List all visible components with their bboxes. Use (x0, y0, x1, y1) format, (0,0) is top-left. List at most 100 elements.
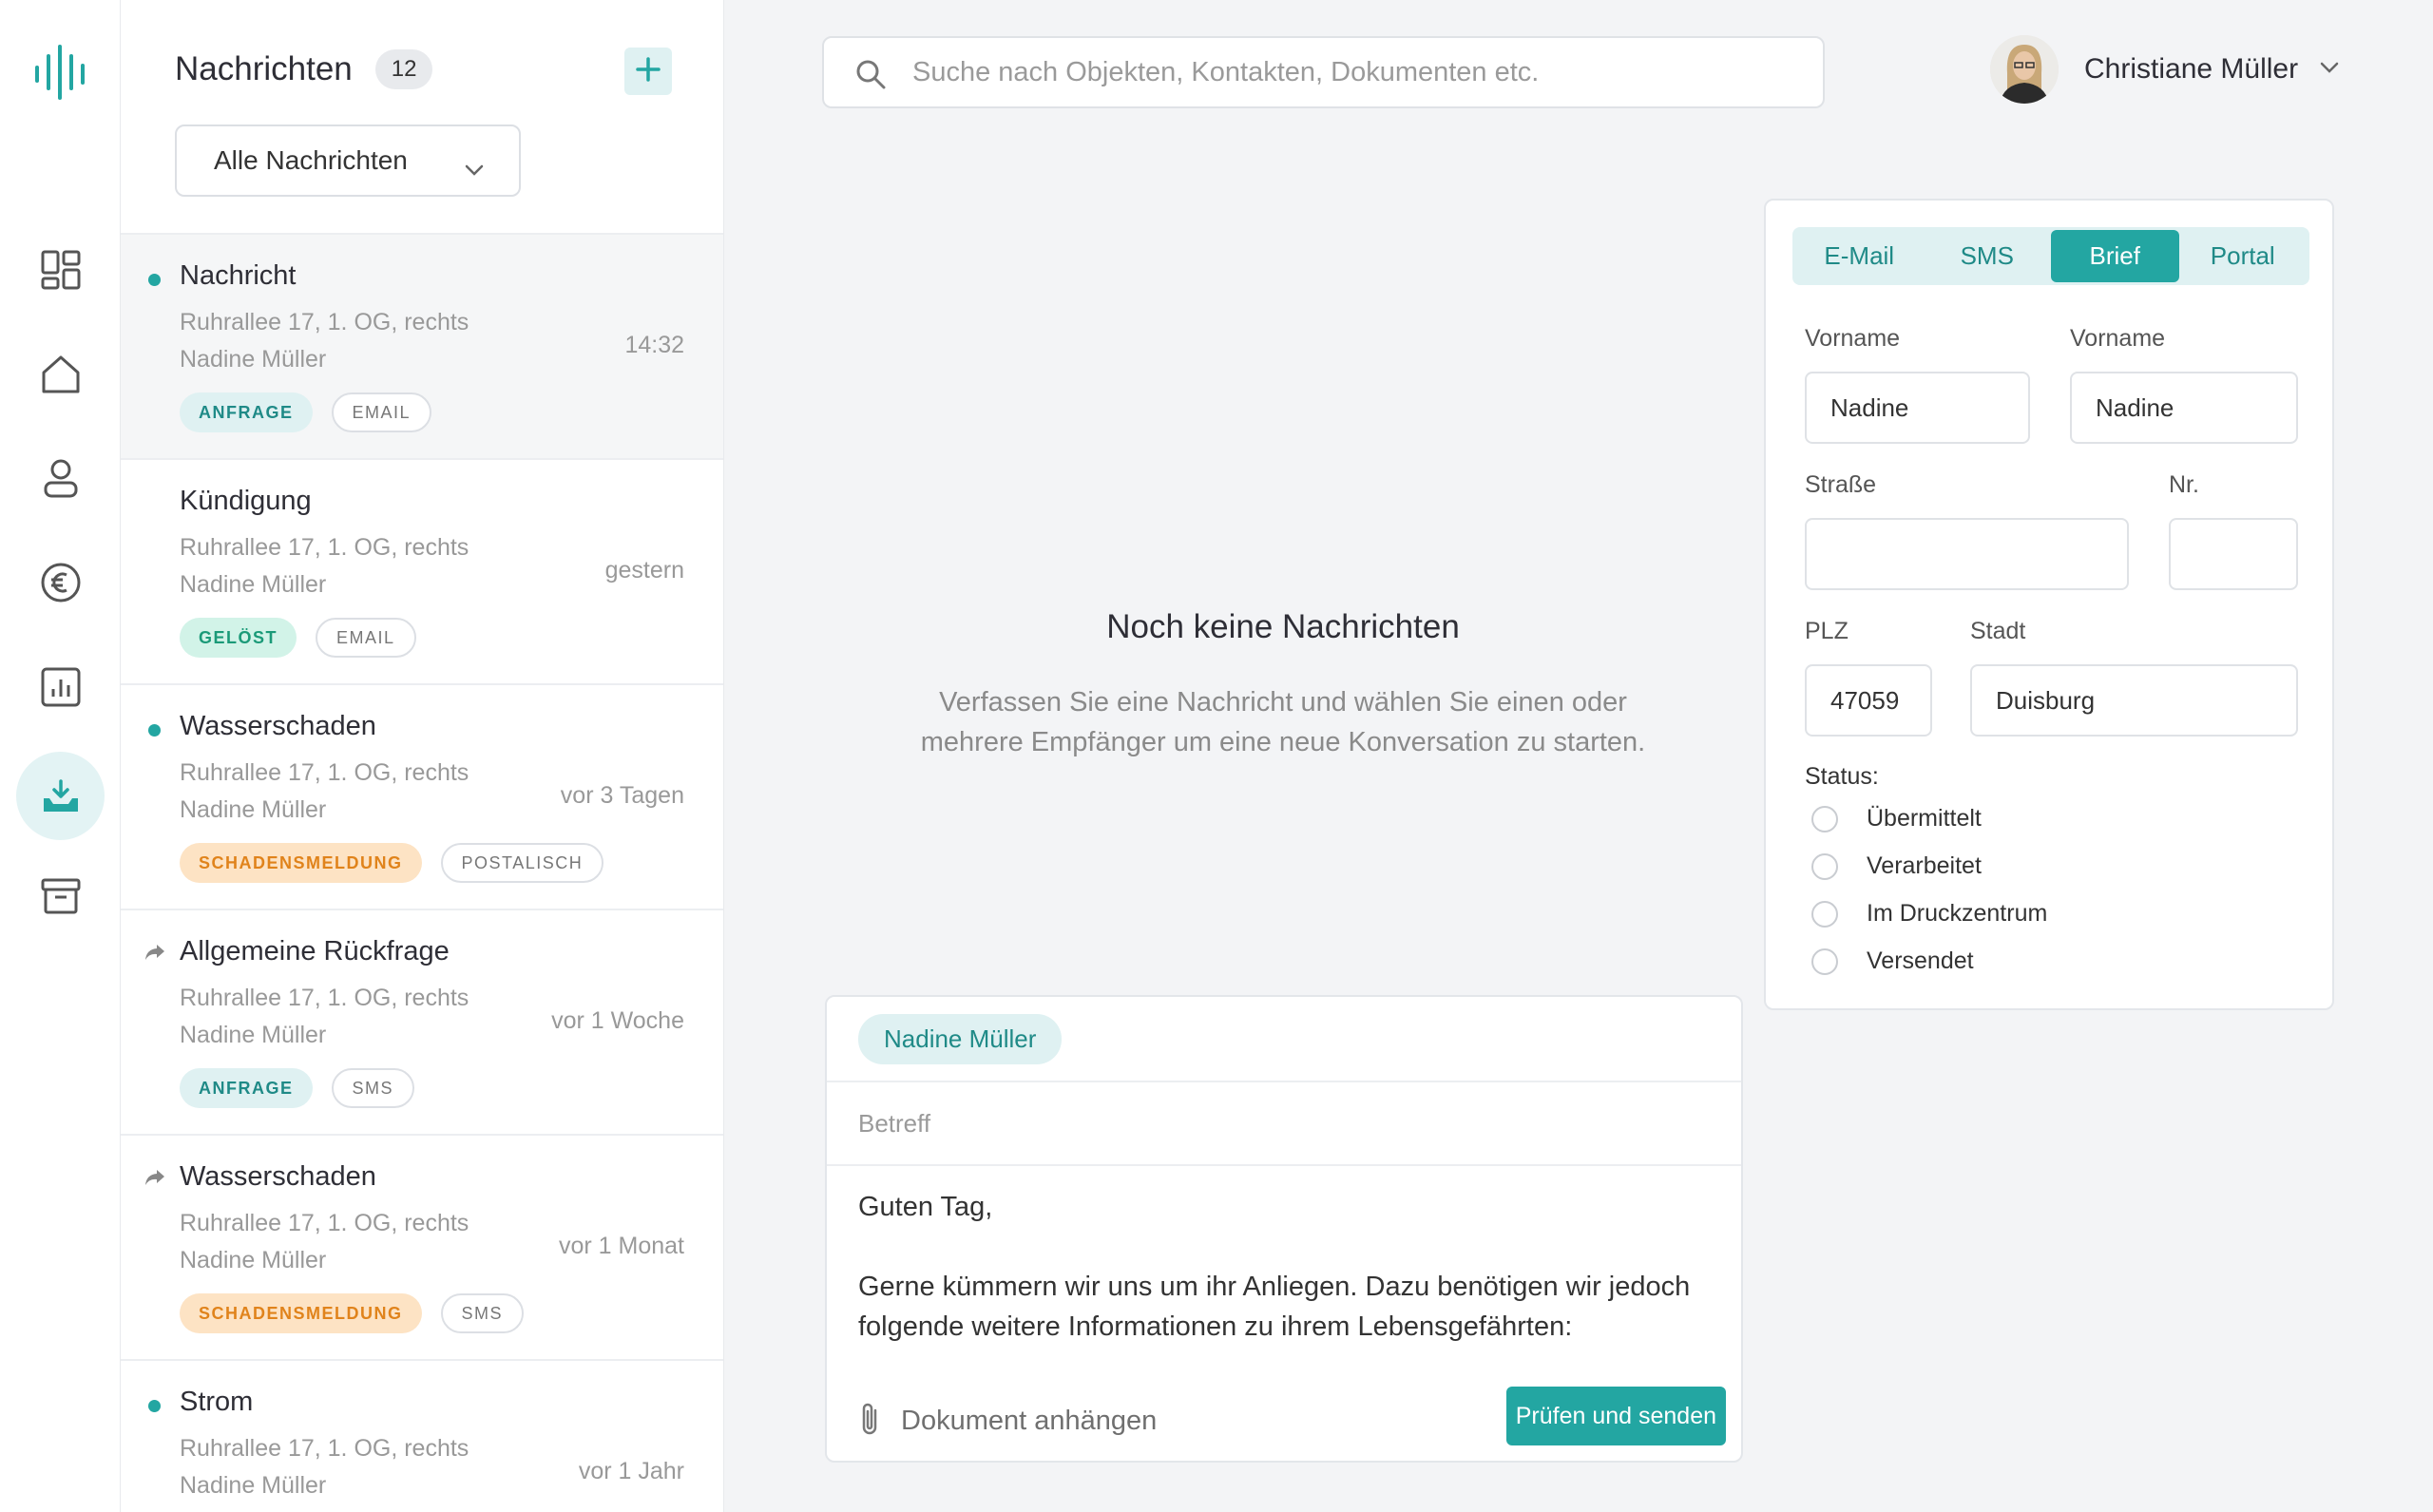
euro-icon (40, 562, 82, 603)
channel-badge: SMS (440, 1293, 525, 1333)
list-item[interactable]: Nachricht Ruhrallee 17, 1. OG, rechts Na… (121, 233, 723, 458)
message-filter-dropdown[interactable]: Alle Nachrichten (175, 124, 521, 197)
firstname-field-1[interactable]: Nadine (1805, 372, 2030, 444)
house-number-field[interactable] (2169, 518, 2298, 590)
message-time: vor 1 Woche (551, 1007, 684, 1034)
subject-field[interactable]: Betreff (827, 1082, 1741, 1166)
radio-button[interactable] (1811, 805, 1838, 833)
list-item[interactable]: Wasserschaden Ruhrallee 17, 1. OG, recht… (121, 683, 723, 909)
global-search (822, 36, 1825, 108)
tab-brief[interactable]: Brief (2051, 230, 2179, 282)
message-title: Wasserschaden (180, 711, 376, 741)
channel-badge: POSTALISCH (440, 843, 604, 883)
status-option[interactable]: Verarbeitet (1811, 852, 1982, 880)
recipient-chip[interactable]: Nadine Müller (858, 1013, 1063, 1064)
message-contact: Nadine Müller (180, 1247, 327, 1273)
status-option-label: Versendet (1867, 947, 1974, 974)
status-option-label: Übermittelt (1867, 805, 1982, 832)
zip-label: PLZ (1805, 618, 1849, 644)
user-name: Christiane Müller (2084, 53, 2299, 85)
status-option[interactable]: Übermittelt (1811, 805, 1982, 833)
unread-dot-icon (148, 724, 161, 737)
status-option-label: Verarbeitet (1867, 852, 1982, 879)
list-item[interactable]: Allgemeine Rückfrage Ruhrallee 17, 1. OG… (121, 909, 723, 1134)
nav-contacts[interactable] (16, 433, 105, 522)
chart-icon (40, 666, 82, 708)
user-menu[interactable]: Christiane Müller (1990, 35, 2340, 104)
icon-rail (0, 0, 121, 1512)
message-body[interactable]: Guten Tag, Gerne kümmern wir uns um ihr … (827, 1166, 1741, 1356)
message-address: Ruhrallee 17, 1. OG, rechts (180, 985, 469, 1011)
composer-footer: Dokument anhängen Prüfen und senden (827, 1381, 1741, 1461)
city-label: Stadt (1970, 618, 2026, 644)
message-address: Ruhrallee 17, 1. OG, rechts (180, 309, 469, 335)
radio-button[interactable] (1811, 852, 1838, 880)
list-item[interactable]: Kündigung Ruhrallee 17, 1. OG, rechts Na… (121, 458, 723, 683)
body-paragraph: Gerne kümmern wir uns um ihr Anliegen. D… (858, 1272, 1691, 1342)
avatar (1990, 35, 2059, 104)
chevron-down-icon (464, 153, 485, 183)
status-option[interactable]: Im Druckzentrum (1811, 900, 2047, 928)
number-label: Nr. (2169, 471, 2199, 498)
message-time: vor 1 Jahr (578, 1458, 684, 1484)
category-badge: SCHADENSMELDUNG (180, 843, 422, 883)
channel-badge: SMS (331, 1068, 415, 1108)
message-address: Ruhrallee 17, 1. OG, rechts (180, 1210, 469, 1236)
filter-value: Alle Nachrichten (214, 145, 408, 175)
nav-reports[interactable] (16, 642, 105, 731)
nav-dashboard[interactable] (16, 225, 105, 314)
nav-messages[interactable] (16, 752, 105, 840)
message-time: gestern (604, 557, 684, 584)
forward-arrow-icon (144, 943, 166, 967)
street-label: Straße (1805, 471, 1877, 498)
message-list-header: Nachrichten 12 (175, 49, 433, 89)
paperclip-icon[interactable] (857, 1401, 882, 1442)
message-tags: ANFRAGE SMS (180, 1068, 415, 1108)
nav-finance[interactable] (16, 538, 105, 626)
channel-details-panel: E-Mail SMS Brief Portal Vorname Vorname Nad… (1764, 199, 2334, 1010)
search-input[interactable] (912, 56, 1768, 88)
unread-dot-icon (148, 1400, 161, 1412)
archive-icon (40, 875, 82, 917)
zip-field[interactable]: 47059 (1805, 664, 1932, 737)
new-message-button[interactable] (624, 48, 672, 95)
message-title: Nachricht (180, 260, 297, 291)
firstname-field-2[interactable]: Nadine (2070, 372, 2298, 444)
chevron-down-icon (2319, 61, 2340, 79)
message-address: Ruhrallee 17, 1. OG, rechts (180, 534, 469, 561)
message-contact: Nadine Müller (180, 1472, 327, 1499)
tab-sms[interactable]: SMS (1924, 230, 2052, 282)
firstname-label-2: Vorname (2070, 325, 2166, 352)
dashboard-icon (40, 249, 82, 291)
city-field[interactable]: Duisburg (1970, 664, 2298, 737)
message-composer: Nadine Müller Betreff Guten Tag, Gerne k… (825, 995, 1743, 1463)
tab-email[interactable]: E-Mail (1795, 230, 1924, 282)
message-tags: SCHADENSMELDUNG POSTALISCH (180, 843, 604, 883)
message-title: Strom (180, 1387, 254, 1417)
message-address: Ruhrallee 17, 1. OG, rechts (180, 759, 469, 786)
message-contact: Nadine Müller (180, 796, 327, 823)
attach-document-link[interactable]: Dokument anhängen (901, 1406, 1157, 1437)
unread-dot-icon (148, 274, 161, 286)
radio-button[interactable] (1811, 900, 1838, 928)
category-badge: SCHADENSMELDUNG (180, 1293, 422, 1333)
status-option[interactable]: Versendet (1811, 947, 1974, 975)
forward-arrow-icon (144, 1168, 166, 1192)
nav-archive[interactable] (16, 852, 105, 940)
category-badge: GELÖST (180, 618, 297, 658)
nav-properties[interactable] (16, 330, 105, 418)
street-field[interactable] (1805, 518, 2129, 590)
channel-badge: EMAIL (331, 392, 432, 432)
search-icon (855, 59, 886, 97)
list-item[interactable]: Strom Ruhrallee 17, 1. OG, rechts Nadine… (121, 1359, 723, 1512)
message-title: Wasserschaden (180, 1161, 376, 1192)
status-option-label: Im Druckzentrum (1867, 900, 2048, 927)
check-and-send-button[interactable]: Prüfen und senden (1505, 1387, 1726, 1445)
body-greeting: Guten Tag, (858, 1192, 993, 1222)
radio-button[interactable] (1811, 947, 1838, 975)
list-item[interactable]: Wasserschaden Ruhrallee 17, 1. OG, recht… (121, 1134, 723, 1359)
recipient-field[interactable]: Nadine Müller (827, 997, 1741, 1082)
empty-state-title: Noch keine Nachrichten (1106, 608, 1460, 645)
app-logo-icon[interactable] (30, 43, 89, 102)
tab-portal[interactable]: Portal (2179, 230, 2308, 282)
